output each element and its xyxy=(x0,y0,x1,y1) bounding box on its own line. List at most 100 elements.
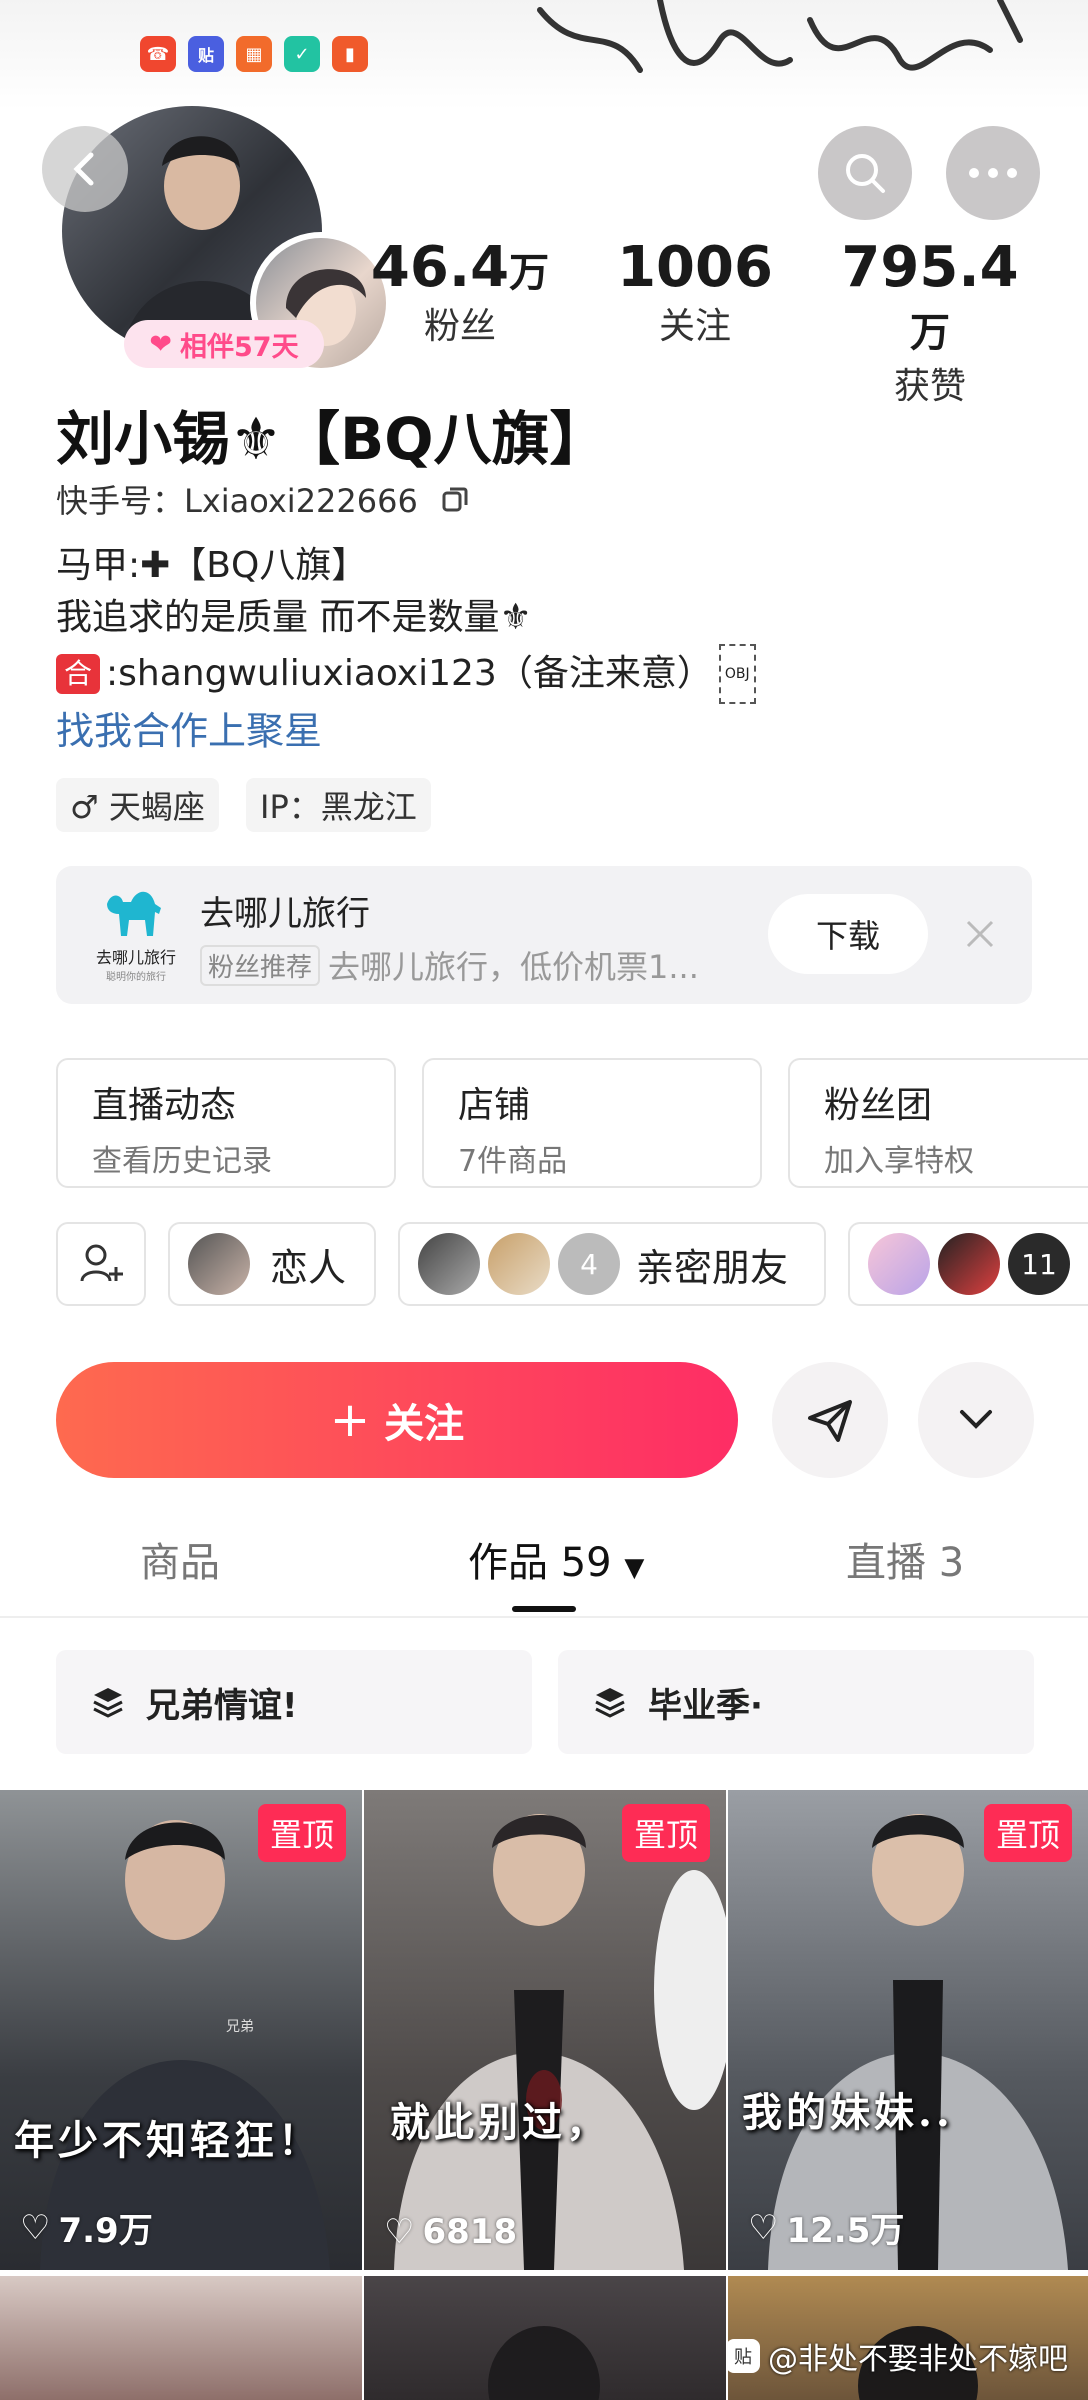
more-button[interactable] xyxy=(946,126,1040,220)
video-thumbnail-5 xyxy=(488,2326,600,2400)
ad-close-icon[interactable] xyxy=(960,914,1000,958)
ad-title: 去哪儿旅行 xyxy=(200,894,370,934)
feature-fan-sub: 加入享特权 xyxy=(824,1144,974,1179)
copy-icon[interactable] xyxy=(440,484,470,522)
more-avatar-2 xyxy=(938,1233,1000,1295)
tab-works-label: 作品 59 xyxy=(468,1540,612,1586)
pinned-badge: 置顶 xyxy=(257,1804,346,1862)
close-friends-label: 亲密朋友 xyxy=(636,1245,789,1290)
bio-contact: :shangwuliuxiaoxi123（备注来意） xyxy=(106,653,713,694)
friend-count-badge: 4 xyxy=(558,1233,620,1295)
feature-shop-sub: 7件商品 xyxy=(458,1144,568,1179)
collection-brotherhood[interactable]: 兄弟情谊! xyxy=(56,1650,532,1754)
chevron-left-icon xyxy=(73,152,94,186)
tab-active-indicator xyxy=(512,1606,576,1612)
collection-graduation-label: 毕业季· xyxy=(648,1685,763,1726)
share-button[interactable] xyxy=(772,1362,888,1478)
video-likes: ♡ 6818 xyxy=(384,2212,517,2252)
bio-line-1: 马甲:✚【BQ八旗】 xyxy=(56,545,368,586)
caret-down-icon: ▼ xyxy=(624,1553,645,1583)
obj-mark: OBJ xyxy=(718,644,756,704)
video-likes-count: 7.9万 xyxy=(58,2211,153,2251)
follow-label: 关注 xyxy=(384,1401,465,1447)
watermark-text: @非处不娶非处不嫁吧 xyxy=(768,2342,1068,2377)
zodiac-chip: ♂ 天蝎座 xyxy=(56,778,219,832)
qunar-logo-sub: 聪明你的旅行 xyxy=(106,972,166,983)
follow-button[interactable]: + 关注 xyxy=(56,1362,738,1478)
video-tile-2[interactable]: 置顶 就此别过， ♡ 6818 xyxy=(364,1790,726,2270)
feature-live-sub: 查看历史记录 xyxy=(92,1144,272,1179)
bio-line-2: 我追求的是质量 而不是数量⚜ xyxy=(56,597,532,638)
collection-graduation[interactable]: 毕业季· xyxy=(558,1650,1034,1754)
feature-fan-club[interactable]: 粉丝团 加入享特权 xyxy=(788,1058,1088,1188)
search-button[interactable] xyxy=(818,126,912,220)
likes-label: 获赞 xyxy=(893,366,966,407)
video-caption: 就此别过， xyxy=(390,2099,610,2146)
expand-button[interactable] xyxy=(918,1362,1034,1478)
lover-avatar xyxy=(188,1233,250,1295)
stat-likes[interactable]: 795.4 万 获赞 xyxy=(830,238,1030,411)
camel-icon xyxy=(107,891,161,936)
video-likes-count: 6818 xyxy=(422,2212,518,2252)
more-dots-icon xyxy=(969,168,1017,178)
video-tile-4[interactable] xyxy=(0,2276,362,2400)
ad-tag: 粉丝推荐 xyxy=(200,944,321,986)
lover-label: 恋人 xyxy=(270,1245,347,1290)
video-thumbnail-1 xyxy=(40,1820,330,2270)
feature-shop-title: 店铺 xyxy=(458,1085,531,1126)
video-tile-3[interactable]: 置顶 我的妹妹.. ♡ 12.5万 xyxy=(728,1790,1088,2270)
video-caption: 我的妹妹.. xyxy=(742,2089,954,2136)
status-bar-app-icons: ☎ 贴 ▦ ✓ ▮ xyxy=(140,36,368,72)
kuaishou-id: 快手号：Lxiaoxi222666 xyxy=(56,482,418,520)
feature-shop[interactable]: 店铺 7件商品 xyxy=(422,1058,762,1188)
feature-live-history[interactable]: 直播动态 查看历史记录 xyxy=(56,1058,396,1188)
jacket-label: 兄弟 xyxy=(226,2019,254,2035)
kuaishou-id-row: 快手号：Lxiaoxi222666 xyxy=(56,476,470,522)
video-tile-5[interactable] xyxy=(364,2276,726,2400)
bio-line-3: 合 :shangwuliuxiaoxi123（备注来意） OBJ xyxy=(56,644,756,704)
tab-live[interactable]: 直播 3 xyxy=(846,1530,964,1588)
tab-goods[interactable]: 商品 xyxy=(140,1530,220,1588)
chevron-down-icon xyxy=(960,1410,992,1429)
followers-count: 46.4 xyxy=(370,235,510,300)
likes-unit: 万 xyxy=(910,310,950,356)
ad-desc-row: 粉丝推荐 去哪儿旅行，低价机票1... xyxy=(200,942,699,988)
heart-outline-icon: ♡ xyxy=(384,2212,415,2252)
back-button[interactable] xyxy=(42,126,128,212)
likes-count: 795.4 xyxy=(841,235,1019,300)
relation-more[interactable]: 11 xyxy=(848,1222,1088,1306)
ad-card[interactable]: 去哪儿旅行 聪明你的旅行 去哪儿旅行 粉丝推荐 去哪儿旅行，低价机票1... 下… xyxy=(56,866,1032,1004)
ad-download-button[interactable]: 下载 xyxy=(768,894,928,974)
heart-outline-icon: ♡ xyxy=(20,2207,51,2248)
plus-icon: + xyxy=(329,1392,371,1448)
jux-cooperation-link[interactable]: 找我合作上聚星 xyxy=(56,700,322,755)
video-likes: ♡ 7.9万 xyxy=(20,2203,153,2252)
relation-close-friends[interactable]: 4 亲密朋友 xyxy=(398,1222,826,1306)
stat-followers[interactable]: 46.4万 粉丝 xyxy=(360,238,560,351)
more-avatar-1 xyxy=(868,1233,930,1295)
tab-works[interactable]: 作品 59 ▼ xyxy=(468,1530,644,1588)
heart-outline-icon: ♡ xyxy=(748,2207,779,2248)
stat-following[interactable]: 1006 关注 xyxy=(595,238,795,351)
layers-icon xyxy=(93,1688,123,1718)
tieba-watermark: 贴 @非处不娶非处不嫁吧 xyxy=(726,2334,1068,2378)
pinned-badge: 置顶 xyxy=(621,1804,710,1862)
profile-name: 刘小锡⚜【BQ八旗】 xyxy=(56,405,608,473)
tieba-app-icon: 贴 xyxy=(188,36,224,72)
add-friend-button[interactable] xyxy=(56,1222,146,1306)
relation-lover[interactable]: 恋人 xyxy=(168,1222,376,1306)
video-thumbnail-3 xyxy=(768,1814,1068,2270)
friend-avatar-2 xyxy=(488,1233,550,1295)
layers-icon xyxy=(595,1688,625,1718)
heart-icon: ❤ xyxy=(149,328,173,360)
tabs-divider xyxy=(0,1616,1088,1618)
feature-fan-title: 粉丝团 xyxy=(824,1085,933,1126)
following-count: 1006 xyxy=(617,235,773,300)
following-label: 关注 xyxy=(658,306,731,347)
video-tile-1[interactable]: 兄弟 置顶 年少不知轻狂！ ♡ 7.9万 xyxy=(0,1790,362,2270)
feature-live-title: 直播动态 xyxy=(92,1085,237,1126)
followers-unit: 万 xyxy=(509,250,550,296)
cooperation-badge: 合 xyxy=(56,654,101,694)
shield-app-icon: ✓ xyxy=(284,36,320,72)
pinned-badge: 置顶 xyxy=(983,1804,1072,1862)
